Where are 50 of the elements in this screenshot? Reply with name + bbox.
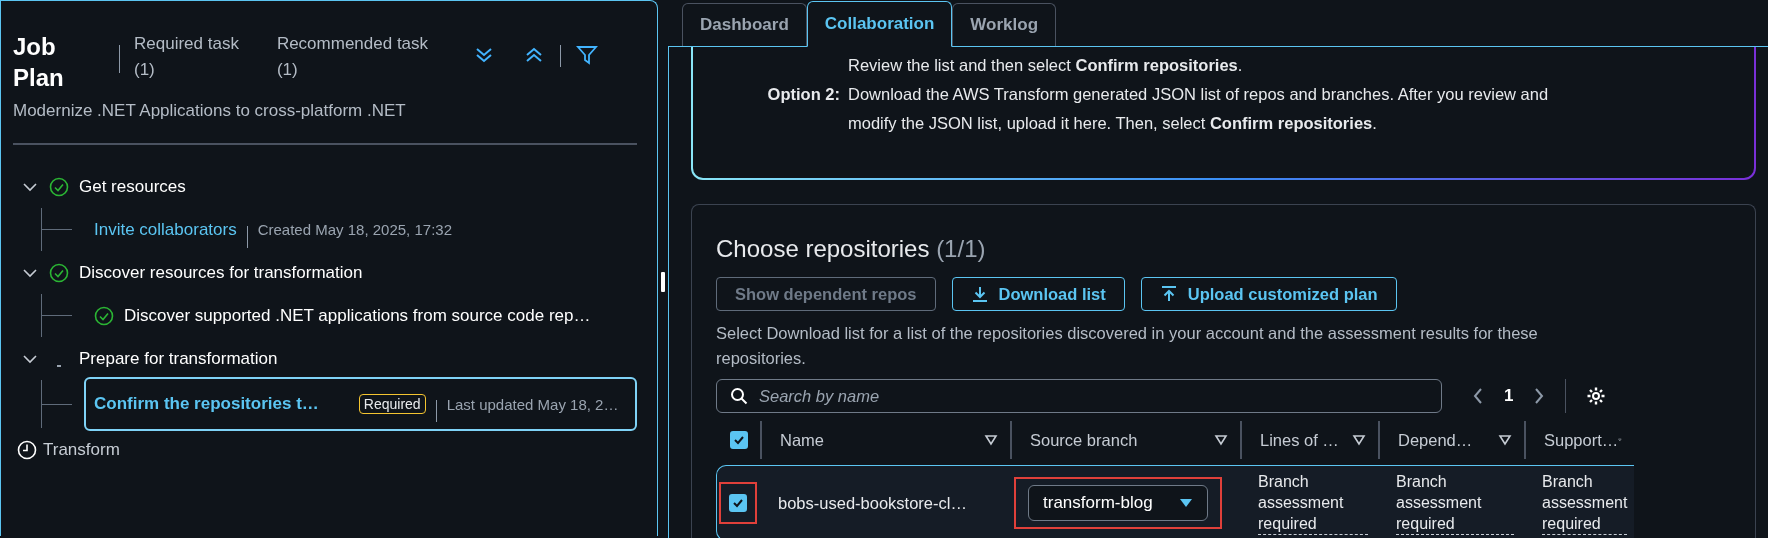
step-label[interactable]: Get resources [79,176,186,197]
task-label[interactable]: Discover supported .NET applications from source code rep… [124,305,591,326]
table-cell: bobs-used-bookstore-cl… [760,465,1010,538]
panel-title: Job Plan [13,32,65,93]
step-label[interactable]: Discover resources for transformation [79,262,363,283]
checkbox[interactable] [730,431,748,449]
filter-icon[interactable] [575,43,600,67]
option-label: Option 2: [766,84,840,105]
dropdown-icon [1178,498,1193,508]
table-cell: Branch assessment required [1396,471,1514,535]
action-button[interactable]: Download list [951,277,1125,311]
page-number[interactable]: 1 [1504,386,1514,406]
plan-subtitle: Modernize .NET Applications to cross-platform .NET [13,101,407,121]
search-field[interactable]: Search by name [716,379,1442,413]
column-header[interactable]: Depend… [1378,421,1524,459]
table-cell: Branch assessment required [1542,471,1628,535]
column-header[interactable]: Name [760,421,1010,459]
checkmark-icon [732,497,744,509]
download-icon [970,285,989,303]
task-counter: Required task (1) [134,33,239,81]
checkmark-icon [733,434,745,446]
next-page-icon[interactable] [1533,387,1546,405]
column-header[interactable]: Source branch [1010,421,1240,459]
description: Select Download list for a list of the repositories discovered in your account and the assessment results for these repositories. [716,323,1539,369]
previous-page-icon[interactable] [1472,387,1484,405]
step-label[interactable]: Prepare for transformation [79,348,278,369]
branch-select[interactable]: transform-blog [1028,485,1208,521]
option-text: Download the AWS Transform generated JSON list of repos and branches. After you review and modify the JSON list, upload it here. Then, select Confirm repositories. [848,84,1550,134]
table-cell: Branch assessment required [1258,471,1368,535]
task-counter: Recommended task (1) [276,33,429,81]
settings-icon[interactable] [1586,386,1607,406]
tab[interactable]: Dashboard [682,3,807,46]
card-title: Choose repositories (1/1) [716,235,987,263]
required-badge: Required [358,394,426,414]
step-label[interactable]: Transform [43,439,120,460]
resize-handle[interactable] [661,272,665,292]
timestamp: Last updated May 18, 2… [446,395,619,413]
task-link[interactable]: Confirm the repositories t… [94,394,319,414]
tab[interactable]: Collaboration [806,1,953,47]
timestamp: Created May 18, 2025, 17:32 [257,221,452,238]
tab[interactable]: Worklog [952,3,1057,46]
column-header[interactable]: Lines of … [1240,421,1378,459]
option-text: Review the list and then select Confirm repositories. [848,55,1243,76]
task-link[interactable]: Invite collaborators [94,219,237,240]
action-button[interactable]: Upload customized plan [1140,277,1397,311]
selected-task[interactable]: Confirm the repositories t… Required Last updated May 18, 2… [84,377,637,431]
checkbox[interactable] [729,494,747,512]
column-header[interactable]: Support… [1524,421,1634,459]
upload-icon [1159,285,1178,303]
search-icon [730,387,748,405]
